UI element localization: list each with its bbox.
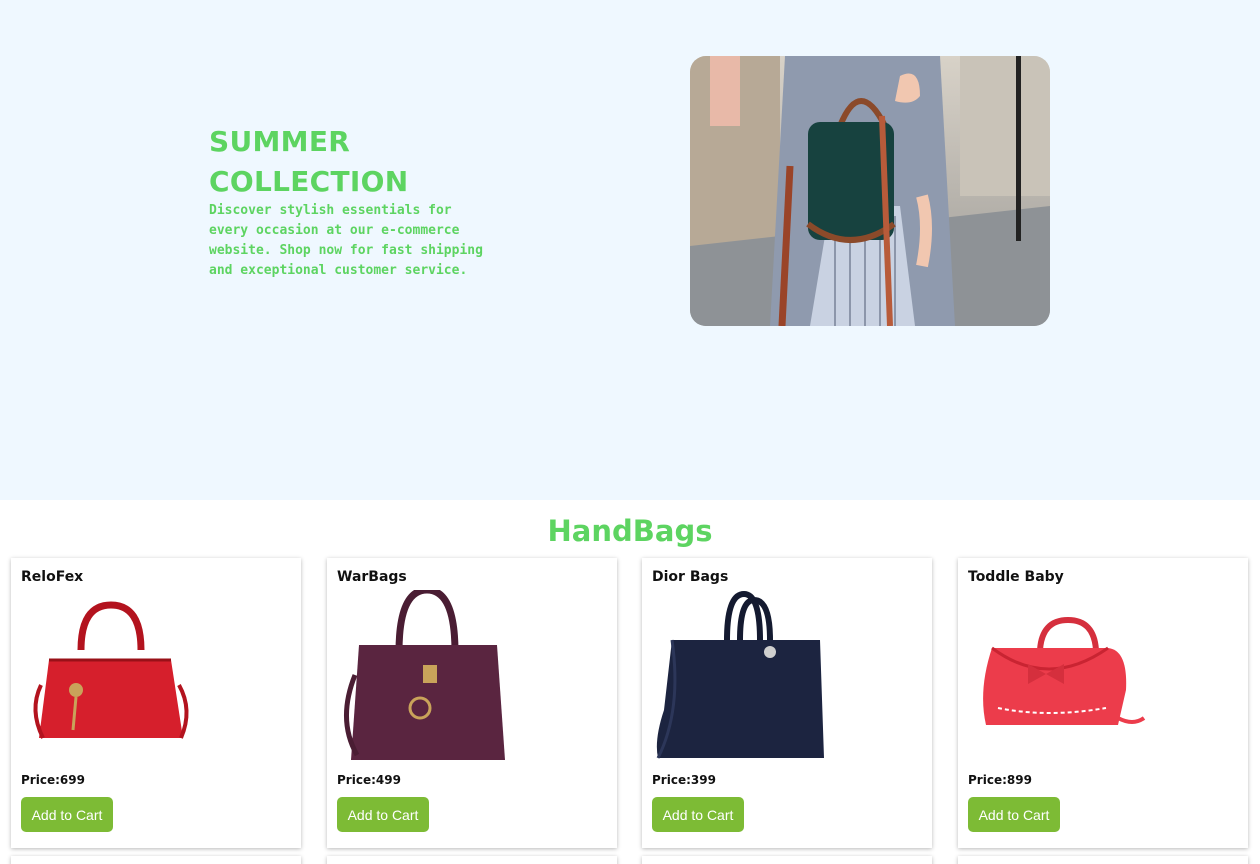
product-price: Price:699 [21,773,85,787]
product-name: WarBags [337,569,407,585]
product-card-next-row [642,856,932,864]
add-to-cart-button[interactable]: Add to Cart [652,797,744,832]
product-card-next-row [11,856,301,864]
product-card: Dior Bags Price:399 Add to Cart [642,558,932,848]
hero-banner: SUMMER COLLECTION Discover stylish essen… [0,0,1260,500]
add-to-cart-button[interactable]: Add to Cart [337,797,429,832]
product-name: Toddle Baby [968,569,1064,585]
product-card: ReloFex Price:699 Add to Cart [11,558,301,848]
section-title: HandBags [547,514,713,548]
product-card: Toddle Baby Price:899 Add to Cart [958,558,1248,848]
product-price: Price:499 [337,773,401,787]
product-price: Price:899 [968,773,1032,787]
product-name: Dior Bags [652,569,729,585]
hero-title: SUMMER COLLECTION [209,125,409,198]
add-to-cart-button[interactable]: Add to Cart [21,797,113,832]
product-card-next-row [958,856,1248,864]
product-image [968,590,1148,770]
product-name: ReloFex [21,569,84,585]
product-image [337,586,517,770]
hero-description: Discover stylish essentials for every oc… [209,203,483,278]
product-card: WarBags Price:499 Add to Cart [327,558,617,848]
product-image [652,590,832,770]
product-card-next-row [327,856,617,864]
add-to-cart-button[interactable]: Add to Cart [968,797,1060,832]
product-price: Price:399 [652,773,716,787]
product-image [21,590,201,770]
hero-image [690,56,1050,326]
